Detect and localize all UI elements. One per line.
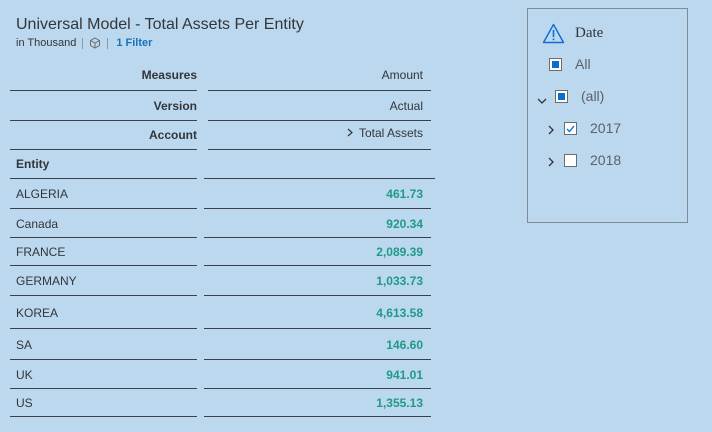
divider: [10, 388, 197, 389]
all-checkbox[interactable]: [549, 58, 562, 71]
table-row-entity: KOREA: [16, 306, 59, 320]
version-value: Actual: [389, 99, 423, 113]
table-row-amount: 146.60: [386, 338, 423, 352]
filter-panel-title: Date: [575, 25, 604, 41]
account-value[interactable]: Total Assets: [280, 126, 423, 140]
group-all-checkbox[interactable]: [555, 90, 568, 103]
chevron-right-icon[interactable]: [548, 154, 555, 172]
table-row-entity: SA: [16, 338, 33, 352]
chevron-down-icon[interactable]: [537, 92, 547, 110]
divider: [10, 416, 197, 417]
checkmark-icon: [566, 125, 575, 132]
divider: [204, 328, 431, 329]
table-row-amount: 2,089.39: [376, 245, 423, 259]
table-row-amount: 1,033.73: [376, 274, 423, 288]
table-row-entity: US: [16, 396, 33, 410]
year-2018-checkbox[interactable]: [564, 154, 577, 167]
account-header: Account: [149, 128, 197, 142]
divider: [204, 237, 431, 238]
cube-icon: [89, 37, 101, 49]
entity-header: Entity: [16, 157, 50, 171]
date-filter-panel: Date All (all) 2017 2018: [527, 8, 688, 223]
divider: [204, 265, 431, 266]
divider: [82, 37, 84, 49]
group-all-label: (all): [581, 88, 605, 104]
table-row-amount: 920.34: [386, 217, 423, 231]
divider: [208, 149, 431, 150]
table-row-amount: 1,355.13: [376, 396, 423, 410]
account-value-label: Total Assets: [358, 126, 423, 140]
divider: [10, 208, 197, 209]
divider: [10, 237, 197, 238]
divider: [10, 149, 197, 150]
table-row-amount: 461.73: [386, 187, 423, 201]
filter-link[interactable]: 1 Filter: [116, 37, 152, 49]
all-label: All: [575, 56, 591, 72]
divider: [204, 359, 431, 360]
divider: [10, 265, 197, 266]
table-row-entity: GERMANY: [16, 274, 77, 288]
divider: [204, 388, 431, 389]
divider: [204, 178, 435, 179]
chevron-right-icon[interactable]: [347, 126, 353, 140]
divider: [10, 359, 197, 360]
divider: [204, 416, 431, 417]
divider: [10, 178, 197, 179]
table-row-entity: Canada: [16, 217, 59, 231]
divider: [208, 120, 431, 121]
table-row-entity: ALGERIA: [16, 187, 69, 201]
divider: [208, 90, 431, 91]
divider: [204, 295, 431, 296]
chevron-right-icon[interactable]: [548, 122, 555, 140]
table-row-amount: 4,613.58: [376, 306, 423, 320]
measures-value: Amount: [381, 68, 423, 82]
table-row-entity: UK: [16, 368, 33, 382]
scale-label: in Thousand: [16, 37, 77, 49]
year-2018-label: 2018: [590, 152, 622, 168]
table-row-amount: 941.01: [386, 368, 423, 382]
table-row-entity: FRANCE: [16, 245, 66, 259]
divider: [10, 295, 197, 296]
warning-triangle-icon: [542, 23, 565, 49]
widget-title: Universal Model - Total Assets Per Entit…: [16, 16, 304, 33]
divider: [10, 120, 197, 121]
divider: [204, 208, 431, 209]
divider: [10, 328, 197, 329]
year-2017-label: 2017: [590, 120, 622, 136]
widget-subtitle: in Thousand 1 Filter: [16, 36, 152, 50]
measures-header: Measures: [141, 68, 197, 82]
divider: [107, 37, 109, 49]
year-2017-checkbox[interactable]: [564, 122, 577, 135]
divider: [10, 90, 197, 91]
version-header: Version: [153, 99, 197, 113]
